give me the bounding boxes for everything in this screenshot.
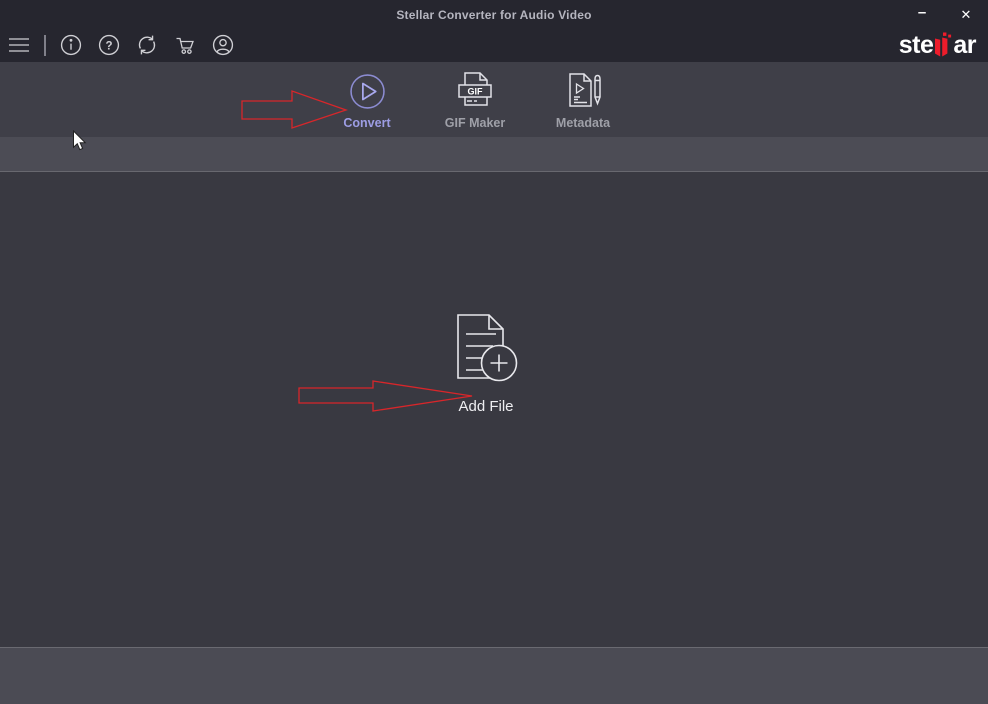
tab-metadata-label: Metadata: [556, 116, 610, 130]
red-arrow-to-add-file: [295, 377, 480, 420]
tool-tab-bar: Convert GIF GIF Maker: [0, 62, 988, 137]
metadata-icon: [563, 69, 603, 113]
tab-convert-label: Convert: [343, 116, 390, 130]
mouse-cursor: [72, 130, 88, 157]
title-bar: Stellar Converter for Audio Video – ✕: [0, 0, 988, 30]
menu-icon[interactable]: [8, 34, 30, 56]
convert-main-panel: Add File: [0, 172, 988, 647]
logo-red-mark-icon: [934, 32, 952, 58]
red-arrow-to-convert: [238, 86, 350, 139]
window-title: Stellar Converter for Audio Video: [396, 8, 591, 22]
convert-play-icon: [349, 69, 386, 113]
tab-gif-maker[interactable]: GIF GIF Maker: [427, 69, 523, 130]
info-icon[interactable]: [60, 34, 82, 56]
help-icon[interactable]: ?: [98, 34, 120, 56]
close-button[interactable]: ✕: [944, 0, 988, 30]
tab-gif-maker-label: GIF Maker: [445, 116, 505, 130]
stellar-logo: ste ar: [899, 32, 976, 58]
tabs-group: Convert GIF GIF Maker: [319, 69, 631, 130]
svg-text:?: ?: [105, 40, 112, 52]
app-window: Stellar Converter for Audio Video – ✕ ?: [0, 0, 988, 704]
gif-maker-icon: GIF: [454, 69, 496, 113]
toolbar: ? ste: [0, 30, 988, 62]
logo-text-pre: ste: [899, 32, 934, 58]
logo-text-post: ar: [953, 32, 976, 58]
subheader-strip: [0, 137, 988, 172]
window-controls: – ✕: [900, 0, 988, 30]
account-icon[interactable]: [212, 34, 234, 56]
cart-icon[interactable]: [174, 34, 196, 56]
footer-bar: [0, 647, 988, 704]
svg-text:GIF: GIF: [468, 86, 484, 96]
tab-metadata[interactable]: Metadata: [535, 69, 631, 130]
update-icon[interactable]: [136, 34, 158, 56]
toolbar-separator: [44, 35, 46, 56]
minimize-button[interactable]: –: [900, 0, 944, 30]
